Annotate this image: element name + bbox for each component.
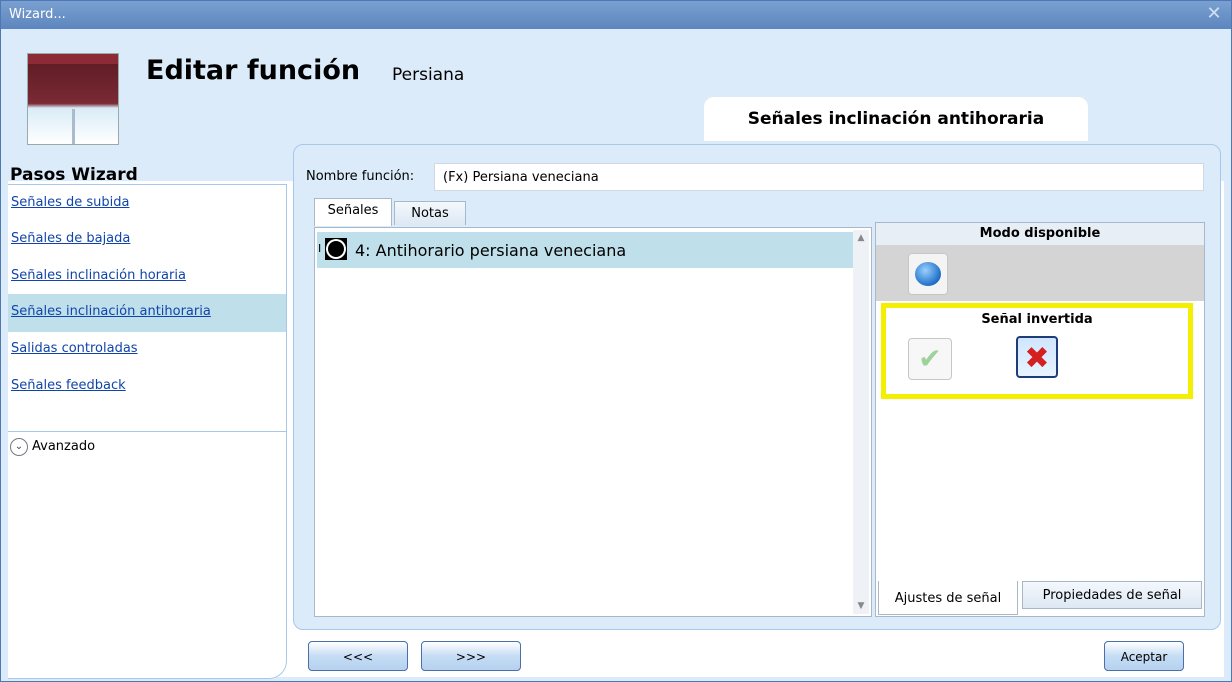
x-icon[interactable]: ✖ (1016, 336, 1058, 378)
title-bar: Wizard... ✕ (1, 1, 1231, 29)
sidebar-item-label[interactable]: Señales de subida (11, 195, 129, 210)
wizard-steps-sidebar: Pasos Wizard Señales de subida Señales d… (8, 157, 298, 679)
signal-settings-panel: Modo disponible Señal invertida ✔ ✖ Ajus… (875, 222, 1205, 617)
mode-area (876, 245, 1204, 301)
function-name-field[interactable]: (Fx) Persiana veneciana (434, 163, 1204, 191)
list-item[interactable]: I 4: Antihorario persiana veneciana (317, 232, 853, 268)
mode-header: Modo disponible (876, 223, 1204, 245)
sidebar-item-senales-bajada[interactable]: Señales de bajada (8, 221, 286, 259)
text-cursor-icon: I (318, 242, 322, 255)
current-step-tab: Señales inclinación antihoraria (704, 97, 1088, 141)
signal-item-label[interactable]: 4: Antihorario persiana veneciana (355, 241, 626, 260)
sidebar-item-label[interactable]: Señales inclinación antihoraria (11, 304, 211, 319)
signal-list: I 4: Antihorario persiana veneciana ▲ ▼ (314, 227, 872, 617)
sidebar-title: Pasos Wizard (10, 165, 138, 185)
function-name-label: Nombre función: (306, 169, 415, 184)
sidebar-item-label[interactable]: Señales de bajada (11, 231, 130, 246)
current-step-label: Señales inclinación antihoraria (747, 109, 1045, 129)
wizard-window: Wizard... ✕ Editar función Persiana Seña… (0, 0, 1232, 682)
advanced-label[interactable]: Avanzado (32, 439, 95, 454)
tab-ajustes-senal[interactable]: Ajustes de señal (878, 581, 1018, 615)
next-button[interactable]: >>> (421, 641, 521, 671)
advanced-expander[interactable]: ⌄ Avanzado (8, 431, 286, 462)
sidebar-item-inclinacion-antihoraria[interactable]: Señales inclinación antihoraria (8, 294, 286, 332)
sidebar-item-senales-feedback[interactable]: Señales feedback (8, 368, 286, 406)
chevron-down-icon[interactable]: ⌄ (10, 438, 28, 456)
steps-panel: Señales de subida Señales de bajada Seña… (8, 184, 287, 679)
function-editor-panel: Nombre función: (Fx) Persiana veneciana … (293, 144, 1221, 630)
vertical-scrollbar[interactable]: ▲ ▼ (853, 230, 869, 614)
pushbutton-mode-button[interactable] (908, 253, 948, 295)
sidebar-item-salidas-controladas[interactable]: Salidas controladas (8, 331, 286, 369)
client-area: Editar función Persiana Señales inclinac… (8, 31, 1224, 679)
sidebar-item-senales-subida[interactable]: Señales de subida (8, 185, 286, 223)
tab-senales[interactable]: Señales (314, 198, 392, 226)
check-icon[interactable]: ✔ (908, 338, 952, 380)
window-title: Wizard... (9, 7, 66, 22)
prev-button[interactable]: <<< (308, 641, 408, 671)
tab-notas[interactable]: Notas (394, 201, 466, 225)
signal-node-icon (325, 238, 347, 260)
scroll-up-icon[interactable]: ▲ (853, 230, 869, 246)
inverted-signal-header: Señal invertida (981, 312, 1093, 327)
page-title: Editar función (146, 55, 361, 86)
window-mullion (72, 109, 75, 144)
sidebar-item-label[interactable]: Señales inclinación horaria (11, 268, 186, 283)
function-type-label: Persiana (392, 65, 465, 85)
sidebar-item-inclinacion-horaria[interactable]: Señales inclinación horaria (8, 258, 286, 296)
scroll-down-icon[interactable]: ▼ (853, 598, 869, 614)
inverted-signal-group: Señal invertida ✔ ✖ (881, 303, 1193, 399)
sidebar-item-label[interactable]: Salidas controladas (11, 341, 138, 356)
accept-button[interactable]: Aceptar (1104, 641, 1184, 671)
blind-rail (28, 54, 118, 64)
tab-propiedades-senal[interactable]: Propiedades de señal (1022, 581, 1202, 609)
close-icon[interactable]: ✕ (1203, 3, 1225, 25)
pushbutton-icon (915, 262, 941, 286)
sidebar-item-label[interactable]: Señales feedback (11, 378, 126, 393)
venetian-blind-icon (27, 53, 119, 145)
